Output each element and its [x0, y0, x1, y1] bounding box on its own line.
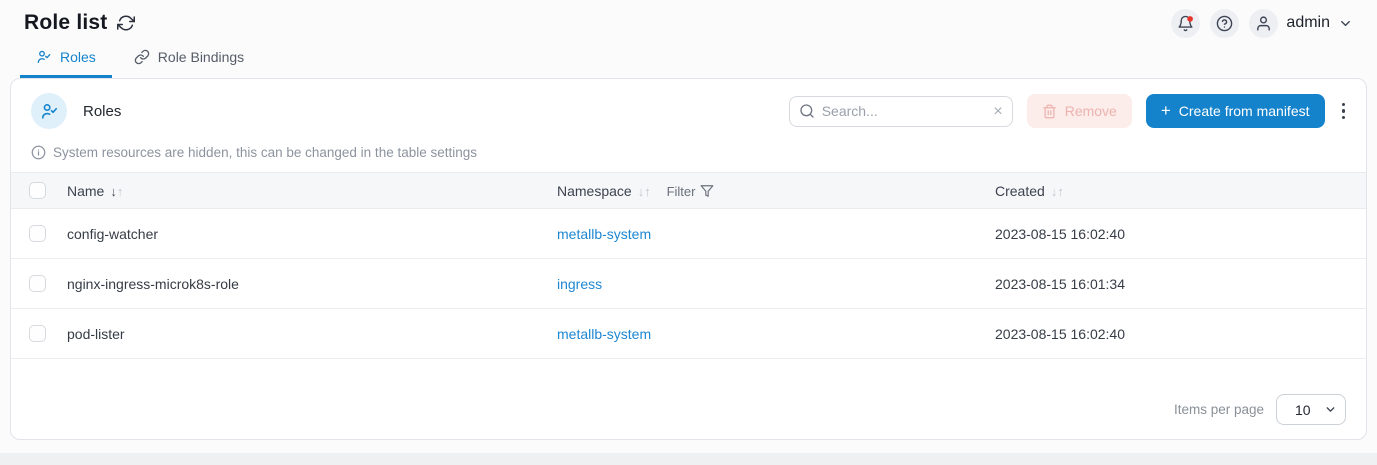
namespace-filter-button[interactable]: Filter: [667, 184, 715, 199]
refresh-button[interactable]: [117, 14, 135, 32]
question-icon: [1216, 15, 1233, 32]
card-header: Roles × Remove +: [11, 79, 1366, 135]
select-all-checkbox[interactable]: [29, 182, 46, 199]
sort-icon-created[interactable]: ↓↑: [1051, 184, 1064, 199]
top-bar: Role list: [0, 0, 1377, 42]
user-icon: [1255, 15, 1272, 32]
column-name-label: Name: [67, 183, 104, 199]
namespace-link[interactable]: metallb-system: [557, 226, 651, 242]
table-row[interactable]: nginx-ingress-microk8s-role ingress 2023…: [11, 259, 1366, 309]
tab-roles-label: Roles: [60, 49, 96, 65]
create-button-label: Create from manifest: [1179, 103, 1310, 119]
row-checkbox[interactable]: [29, 325, 46, 342]
row-checkbox[interactable]: [29, 225, 46, 242]
roles-table: Name ↓↑ Namespace ↓↑ Filter Created ↓↑: [11, 172, 1366, 359]
search-input[interactable]: [789, 96, 1013, 127]
table-row[interactable]: config-watcher metallb-system 2023-08-15…: [11, 209, 1366, 259]
page-size-select-wrap: 10: [1276, 394, 1346, 425]
user-avatar: [1249, 9, 1278, 38]
created-cell: 2023-08-15 16:02:40: [995, 309, 1366, 359]
user-menu[interactable]: admin: [1249, 9, 1353, 38]
items-per-page-label: Items per page: [1174, 402, 1264, 417]
search-box: ×: [789, 96, 1013, 127]
namespace-link[interactable]: ingress: [557, 276, 602, 292]
create-from-manifest-button[interactable]: + Create from manifest: [1146, 94, 1325, 128]
user-name: admin: [1286, 14, 1330, 32]
search-icon: [799, 103, 815, 119]
roles-card: Roles × Remove +: [10, 78, 1367, 440]
column-header-created[interactable]: Created ↓↑: [995, 173, 1366, 209]
created-cell: 2023-08-15 16:01:34: [995, 259, 1366, 309]
tab-roles[interactable]: Roles: [20, 41, 112, 78]
clear-search-icon[interactable]: ×: [993, 103, 1002, 120]
notifications-button[interactable]: [1171, 9, 1200, 38]
page-title: Role list: [24, 11, 107, 35]
refresh-icon: [117, 14, 135, 32]
plus-icon: +: [1161, 101, 1171, 121]
table-settings-kebab-button[interactable]: [1337, 97, 1351, 126]
info-icon: [31, 145, 46, 160]
person-check-icon: [36, 49, 52, 65]
column-header-name[interactable]: Name ↓↑: [67, 173, 557, 209]
sort-icon-name[interactable]: ↓↑: [110, 184, 123, 199]
tab-bar: Roles Role Bindings: [0, 42, 1377, 78]
table-row[interactable]: pod-lister metallb-system 2023-08-15 16:…: [11, 309, 1366, 359]
bell-icon: [1177, 15, 1194, 32]
chevron-down-icon: [1338, 16, 1353, 31]
trash-icon: [1042, 104, 1057, 119]
created-cell: 2023-08-15 16:02:40: [995, 209, 1366, 259]
row-checkbox[interactable]: [29, 275, 46, 292]
page: Role list: [0, 0, 1377, 453]
card-title: Roles: [83, 103, 121, 120]
namespace-link[interactable]: metallb-system: [557, 326, 651, 342]
tab-role-bindings[interactable]: Role Bindings: [118, 41, 260, 78]
column-created-label: Created: [995, 183, 1045, 199]
info-text: System resources are hidden, this can be…: [53, 145, 477, 160]
table-footer: Items per page 10: [11, 380, 1366, 439]
column-header-namespace[interactable]: Namespace ↓↑ Filter: [557, 173, 995, 209]
page-size-select[interactable]: 10: [1276, 394, 1346, 425]
role-name-cell: pod-lister: [67, 309, 557, 359]
column-namespace-label: Namespace: [557, 183, 632, 199]
info-line: System resources are hidden, this can be…: [11, 135, 1366, 172]
filter-label: Filter: [667, 184, 696, 199]
funnel-icon: [700, 184, 714, 198]
help-button[interactable]: [1210, 9, 1239, 38]
roles-icon-badge: [31, 93, 67, 129]
link-icon: [134, 49, 150, 65]
sort-icon-namespace[interactable]: ↓↑: [638, 184, 651, 199]
role-name-cell: nginx-ingress-microk8s-role: [67, 259, 557, 309]
remove-button-label: Remove: [1065, 103, 1117, 119]
person-check-icon: [40, 102, 59, 121]
table-header-row: Name ↓↑ Namespace ↓↑ Filter Created ↓↑: [11, 173, 1366, 209]
remove-button[interactable]: Remove: [1027, 94, 1132, 128]
role-name-cell: config-watcher: [67, 209, 557, 259]
tab-role-bindings-label: Role Bindings: [158, 49, 244, 65]
